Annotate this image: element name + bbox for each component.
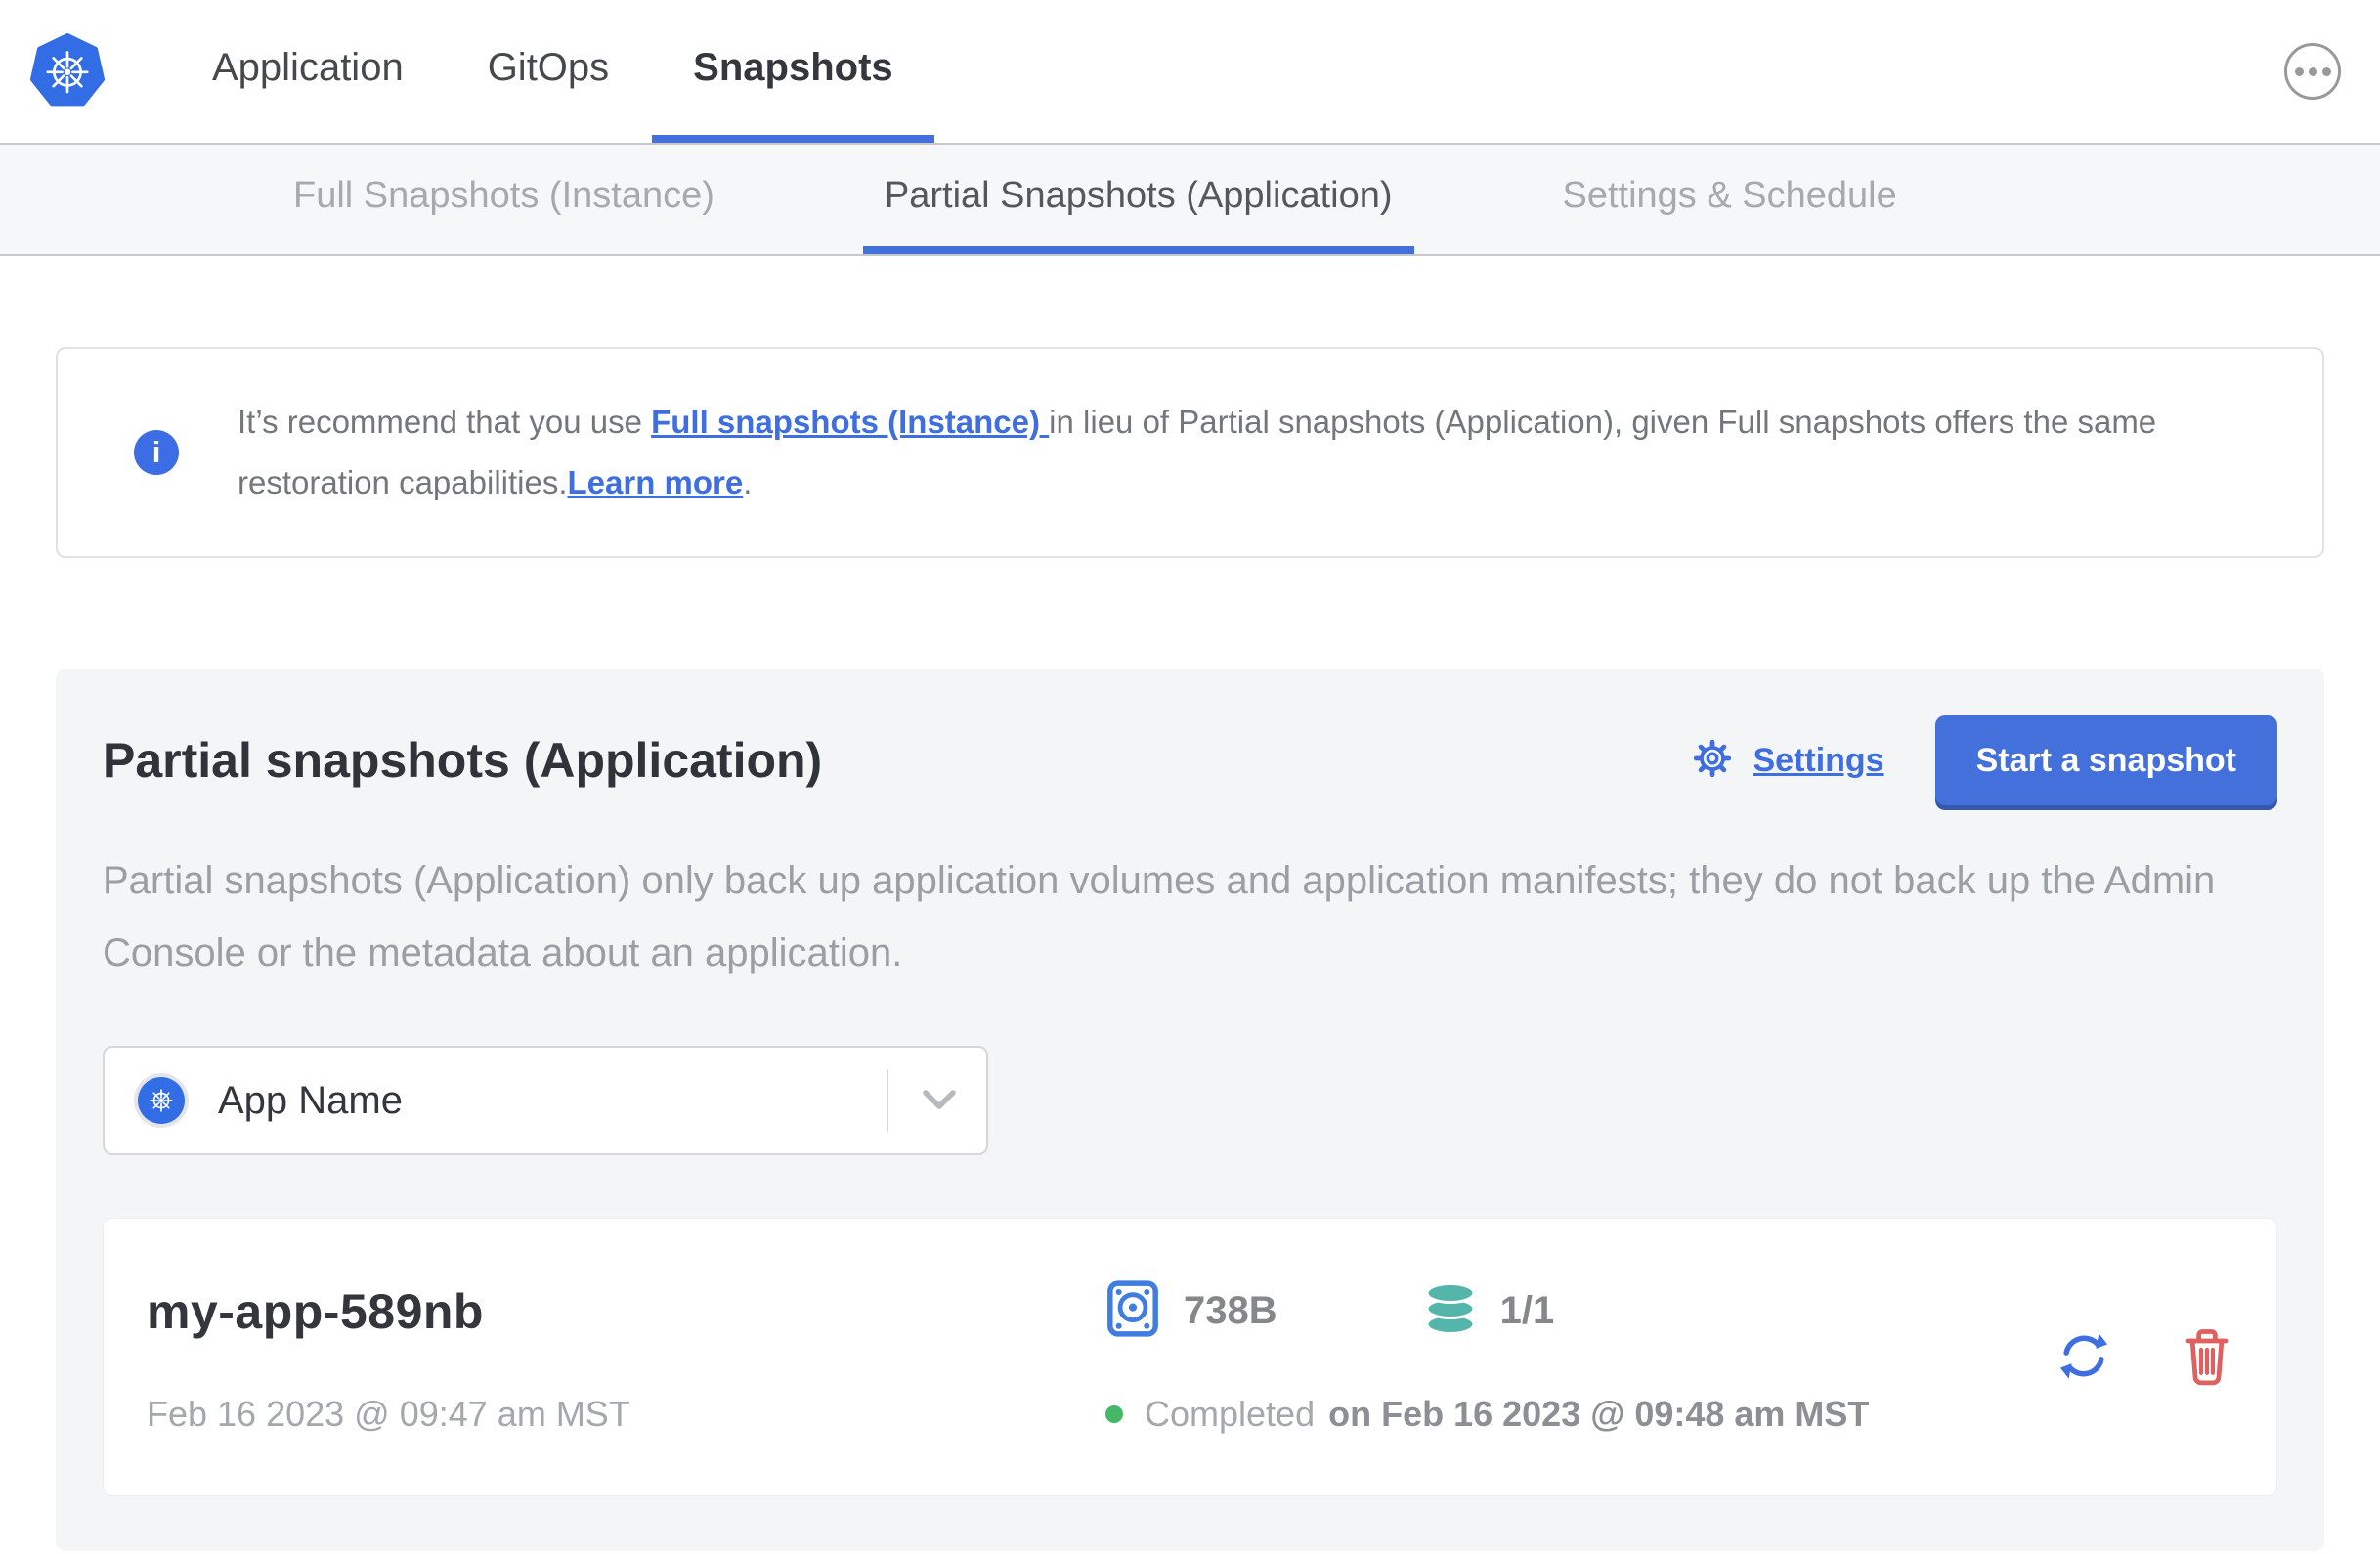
banner-text: It’s recommend that you use Full snapsho… [238,392,2264,513]
snapshot-row-line-2: Feb 16 2023 @ 09:47 am MST Completed on … [147,1394,2233,1435]
snapshot-size: 738B [1184,1289,1277,1332]
snapshot-row: my-app-589nb 738B 1/1 Feb 16 2023 @ 09:4… [103,1218,2277,1496]
snapshot-settings-link[interactable]: Settings [1690,736,1884,786]
ellipsis-icon [2294,66,2304,76]
snapshot-volume-count: 1/1 [1499,1289,1555,1332]
tab-settings-schedule[interactable]: Settings & Schedule [1541,145,1919,254]
panel-title: Partial snapshots (Application) [103,733,823,788]
database-stack-icon [1424,1281,1477,1341]
snapshot-size-stat: 738B [1105,1279,1277,1343]
snapshot-row-line-1: my-app-589nb 738B 1/1 [147,1279,2233,1343]
nav-tab-snapshots[interactable]: Snapshots [652,0,934,143]
status-completed-time: on Feb 16 2023 @ 09:48 am MST [1328,1394,1870,1434]
nav-tab-application[interactable]: Application [171,0,445,143]
panel-header: Partial snapshots (Application) Settings… [103,715,2277,805]
trash-icon [2179,1325,2235,1389]
dropdown-divider [887,1069,888,1132]
info-icon: i [134,430,179,475]
chevron-down-icon [922,1090,957,1111]
banner-text-3: . [743,464,753,500]
panel-header-actions: Settings Start a snapshot [1690,715,2277,805]
snapshot-row-actions [2052,1323,2235,1391]
snapshot-name: my-app-589nb [147,1283,484,1339]
disk-icon [1105,1279,1160,1343]
kubernetes-logo-icon [29,33,106,109]
restore-snapshot-button[interactable] [2052,1323,2116,1391]
status-label: Completed [1145,1394,1316,1434]
panel-description: Partial snapshots (Application) only bac… [103,859,2216,974]
nav-tab-gitops[interactable]: GitOps [447,0,650,143]
learn-more-link[interactable]: Learn more [568,464,744,500]
tab-partial-snapshots-application[interactable]: Partial Snapshots (Application) [862,145,1414,254]
top-nav: Application GitOps Snapshots [0,0,2380,143]
full-snapshots-link[interactable]: Full snapshots (Instance) [651,404,1049,440]
banner-text-1: It’s recommend that you use [238,404,652,440]
gear-icon [1690,736,1735,786]
snapshots-subnav: Full Snapshots (Instance) Partial Snapsh… [0,143,2380,256]
partial-snapshots-panel: Partial snapshots (Application) Settings… [56,669,2324,1551]
delete-snapshot-button[interactable] [2179,1325,2235,1389]
snapshot-status: Completed on Feb 16 2023 @ 09:48 am MST [1105,1394,1869,1435]
snapshot-volumes-stat: 1/1 [1424,1281,1555,1341]
kubernetes-app-icon [138,1077,185,1124]
snapshot-start-time: Feb 16 2023 @ 09:47 am MST [147,1394,630,1434]
recommendation-banner: i It’s recommend that you use Full snaps… [56,347,2324,558]
settings-link-label: Settings [1753,741,1884,779]
start-snapshot-button[interactable]: Start a snapshot [1934,715,2277,805]
status-dot-icon [1105,1405,1123,1423]
app-name-value: App Name [218,1078,403,1122]
tab-full-snapshots-instance[interactable]: Full Snapshots (Instance) [272,145,736,254]
ellipsis-menu-button[interactable] [2284,43,2341,100]
restore-icon [2052,1323,2116,1391]
app-name-dropdown[interactable]: App Name [103,1046,988,1155]
